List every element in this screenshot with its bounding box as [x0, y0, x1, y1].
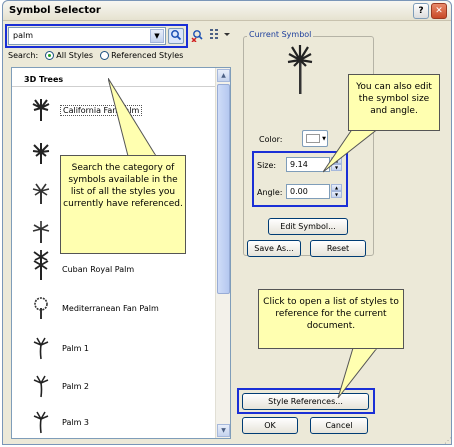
help-button[interactable]: ? — [413, 3, 429, 19]
list-item[interactable]: Palm 1 — [12, 334, 217, 364]
search-callout: Search the category of symbols available… — [60, 155, 186, 254]
palm-tree-icon — [32, 221, 50, 243]
palm-tree-icon — [33, 258, 49, 280]
all-styles-label: All Styles — [56, 51, 94, 60]
size-value: 9.14 — [290, 160, 308, 169]
list-item[interactable]: Palm 2 — [12, 372, 217, 402]
size-callout-text: You can also edit the symbol size and an… — [356, 82, 432, 116]
spin-up-icon[interactable]: ▲ — [331, 184, 342, 191]
angle-value: 0.00 — [290, 187, 308, 196]
all-styles-radio[interactable] — [44, 51, 54, 60]
list-item[interactable]: Palm 3 — [12, 408, 217, 438]
list-item-label: Mediterranean Fan Palm — [62, 304, 159, 313]
color-swatch — [306, 134, 320, 143]
edit-symbol-button[interactable]: Edit Symbol... — [268, 218, 348, 235]
group-title: 3D Trees — [24, 75, 64, 84]
cancel-button[interactable]: Cancel — [310, 417, 368, 434]
list-item-label: Palm 2 — [62, 382, 90, 391]
save-as-button[interactable]: Save As... — [247, 240, 301, 257]
referenced-styles-radio[interactable] — [99, 51, 109, 60]
title-bar: Symbol Selector ? ✕ — [3, 1, 451, 21]
scroll-up-icon[interactable]: ▲ — [217, 69, 230, 82]
styles-callout-text: Click to open a list of styles to refere… — [263, 297, 399, 331]
search-scope-row: Search: All Styles Referenced Styles — [8, 51, 183, 60]
window-title: Symbol Selector — [9, 5, 101, 16]
clear-search-icon[interactable] — [190, 28, 206, 44]
list-item[interactable]: Mediterranean Fan Palm — [12, 294, 217, 324]
resize-grip-icon[interactable]: ⋰ — [444, 436, 452, 445]
list-scrollbar[interactable]: ▲ ▼ — [215, 68, 230, 438]
palm-tree-icon — [33, 375, 49, 398]
search-callout-pointer — [108, 78, 157, 157]
search-highlight — [5, 24, 188, 48]
color-label: Color: — [259, 135, 283, 144]
palm-tree-icon — [34, 297, 48, 319]
ok-button[interactable]: OK — [242, 417, 298, 434]
styles-callout-pointer — [337, 348, 378, 399]
referenced-styles-label: Referenced Styles — [111, 51, 184, 60]
palm-tree-icon — [32, 183, 50, 204]
list-item-label: Cuban Royal Palm — [62, 265, 135, 274]
reset-button[interactable]: Reset — [310, 240, 366, 257]
list-item[interactable]: Cuban Royal Palm — [12, 255, 217, 285]
search-scope-label: Search: — [8, 51, 39, 60]
size-callout-pointer — [323, 128, 380, 173]
size-callout: You can also edit the symbol size and an… — [348, 74, 440, 131]
scroll-thumb[interactable] — [217, 84, 230, 294]
palm-tree-icon — [33, 411, 49, 434]
list-item-label: Palm 1 — [62, 344, 90, 353]
angle-spinner[interactable]: ▲ ▼ — [331, 184, 342, 199]
search-callout-text: Search the category of symbols available… — [63, 163, 183, 209]
angle-field[interactable]: 0.00 — [286, 184, 330, 199]
size-label: Size: — [257, 161, 277, 170]
list-view-icon[interactable] — [208, 28, 232, 44]
close-button[interactable]: ✕ — [431, 3, 447, 19]
palm-tree-icon — [32, 99, 50, 121]
spin-down-icon[interactable]: ▼ — [331, 191, 342, 198]
scroll-down-icon[interactable]: ▼ — [217, 424, 230, 437]
symbol-preview — [287, 45, 313, 94]
angle-label: Angle: — [257, 188, 283, 197]
palm-tree-icon — [32, 143, 50, 164]
current-symbol-label: Current Symbol — [247, 30, 314, 39]
list-item-label: Palm 3 — [62, 418, 90, 427]
palm-tree-icon — [33, 337, 49, 360]
magnifier-icon[interactable] — [168, 28, 184, 44]
styles-callout: Click to open a list of styles to refere… — [258, 289, 404, 349]
